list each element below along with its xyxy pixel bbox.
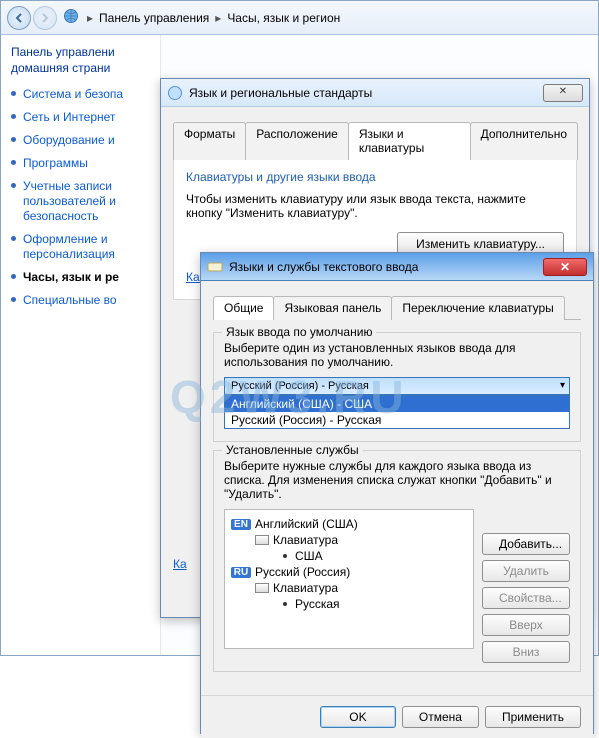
default-language-description: Выберите один из установленных языков вв… bbox=[224, 341, 570, 369]
tree-keyboard-node[interactable]: Клавиатура bbox=[231, 580, 467, 596]
sidebar-item[interactable]: Оформление и персонализация bbox=[11, 228, 154, 266]
dialog-title: Язык и региональные стандарты bbox=[189, 86, 372, 100]
ru-badge-icon: RU bbox=[231, 567, 251, 578]
keyboard-icon bbox=[207, 259, 223, 275]
default-language-combobox[interactable]: Русский (Россия) - Русская bbox=[224, 377, 570, 395]
default-language-dropdown: Английский (США) - СШАРусский (Россия) -… bbox=[224, 395, 570, 429]
dialog-titlebar[interactable]: Языки и службы текстового ввода ✕ bbox=[201, 253, 593, 281]
remove-button[interactable]: Удалить bbox=[482, 560, 570, 582]
ok-button[interactable]: OK bbox=[320, 706, 396, 728]
tab[interactable]: Языковая панель bbox=[273, 296, 392, 320]
nav-back-button[interactable] bbox=[7, 6, 31, 30]
cancel-button[interactable]: Отмена bbox=[402, 706, 479, 728]
breadcrumb[interactable]: ▸ Панель управления ▸ Часы, язык и регио… bbox=[87, 11, 340, 25]
breadcrumb-sub[interactable]: Часы, язык и регион bbox=[227, 11, 340, 25]
globe-icon bbox=[63, 8, 79, 27]
help-link[interactable]: Ка bbox=[173, 557, 187, 571]
tab[interactable]: Дополнительно bbox=[470, 122, 578, 160]
breadcrumb-root[interactable]: Панель управления bbox=[99, 11, 209, 25]
keyboard-icon bbox=[255, 583, 269, 593]
explorer-navbar: ▸ Панель управления ▸ Часы, язык и регио… bbox=[1, 1, 598, 35]
tree-lang-ru[interactable]: RU Русский (Россия) bbox=[231, 564, 467, 580]
sidebar-heading: Панель управлени bbox=[11, 45, 154, 59]
sidebar-heading: домашняя страни bbox=[11, 61, 154, 75]
close-button[interactable]: ✕ bbox=[543, 258, 587, 276]
add-button[interactable]: Добавить... bbox=[482, 533, 570, 555]
close-button[interactable]: ✕ bbox=[543, 84, 583, 102]
sidebar-item[interactable]: Оборудование и bbox=[11, 129, 154, 152]
tab[interactable]: Расположение bbox=[245, 122, 349, 160]
nav-forward-button[interactable] bbox=[33, 6, 57, 30]
move-down-button[interactable]: Вниз bbox=[482, 641, 570, 663]
en-badge-icon: EN bbox=[231, 519, 251, 530]
dialog-buttons: OK Отмена Применить bbox=[201, 695, 593, 738]
tree-layout-node[interactable]: Русская bbox=[231, 596, 467, 612]
sidebar-item[interactable]: Сеть и Интернет bbox=[11, 106, 154, 129]
sidebar-item[interactable]: Часы, язык и ре bbox=[11, 266, 154, 289]
text-services-dialog: Языки и службы текстового ввода ✕ ОбщиеЯ… bbox=[200, 252, 594, 734]
text-services-tabs: ОбщиеЯзыковая панельПереключение клавиат… bbox=[213, 295, 581, 320]
sidebar-item[interactable]: Программы bbox=[11, 152, 154, 175]
dropdown-item[interactable]: Русский (Россия) - Русская bbox=[225, 412, 569, 428]
tree-keyboard-node[interactable]: Клавиатура bbox=[231, 532, 467, 548]
tab[interactable]: Языки и клавиатуры bbox=[348, 122, 471, 160]
properties-button[interactable]: Свойства... bbox=[482, 587, 570, 609]
tab[interactable]: Форматы bbox=[173, 122, 246, 160]
bullet-icon bbox=[283, 602, 287, 606]
chevron-right-icon: ▸ bbox=[87, 11, 93, 25]
keyboards-description: Чтобы изменить клавиатуру или язык ввода… bbox=[186, 192, 564, 220]
dropdown-item[interactable]: Английский (США) - США bbox=[225, 396, 569, 412]
sidebar-item[interactable]: Система и безопа bbox=[11, 83, 154, 106]
installed-services-legend: Установленные службы bbox=[222, 443, 363, 457]
keyboards-heading: Клавиатуры и другие языки ввода bbox=[186, 170, 564, 184]
dialog-title: Языки и службы текстового ввода bbox=[229, 260, 418, 274]
tab[interactable]: Переключение клавиатуры bbox=[391, 296, 564, 320]
move-up-button[interactable]: Вверх bbox=[482, 614, 570, 636]
default-language-legend: Язык ввода по умолчанию bbox=[222, 325, 376, 339]
installed-services-description: Выберите нужные службы для каждого языка… bbox=[224, 459, 570, 501]
sidebar-item[interactable]: Специальные во bbox=[11, 289, 154, 312]
bullet-icon bbox=[283, 554, 287, 558]
tree-layout-node[interactable]: США bbox=[231, 548, 467, 564]
tab[interactable]: Общие bbox=[213, 296, 274, 320]
control-panel-sidebar: Панель управлени домашняя страни Система… bbox=[1, 35, 161, 655]
dialog-titlebar[interactable]: Язык и региональные стандарты ✕ bbox=[161, 79, 589, 107]
sidebar-item[interactable]: Учетные записи пользователей и безопасно… bbox=[11, 175, 154, 228]
apply-button[interactable]: Применить bbox=[485, 706, 581, 728]
tree-lang-en[interactable]: EN Английский (США) bbox=[231, 516, 467, 532]
chevron-right-icon: ▸ bbox=[215, 11, 221, 25]
region-tabs: ФорматыРасположениеЯзыки и клавиатурыДоп… bbox=[173, 121, 577, 160]
globe-icon bbox=[167, 85, 183, 101]
keyboard-icon bbox=[255, 535, 269, 545]
language-tree[interactable]: EN Английский (США) Клавиатура США R bbox=[224, 509, 474, 649]
